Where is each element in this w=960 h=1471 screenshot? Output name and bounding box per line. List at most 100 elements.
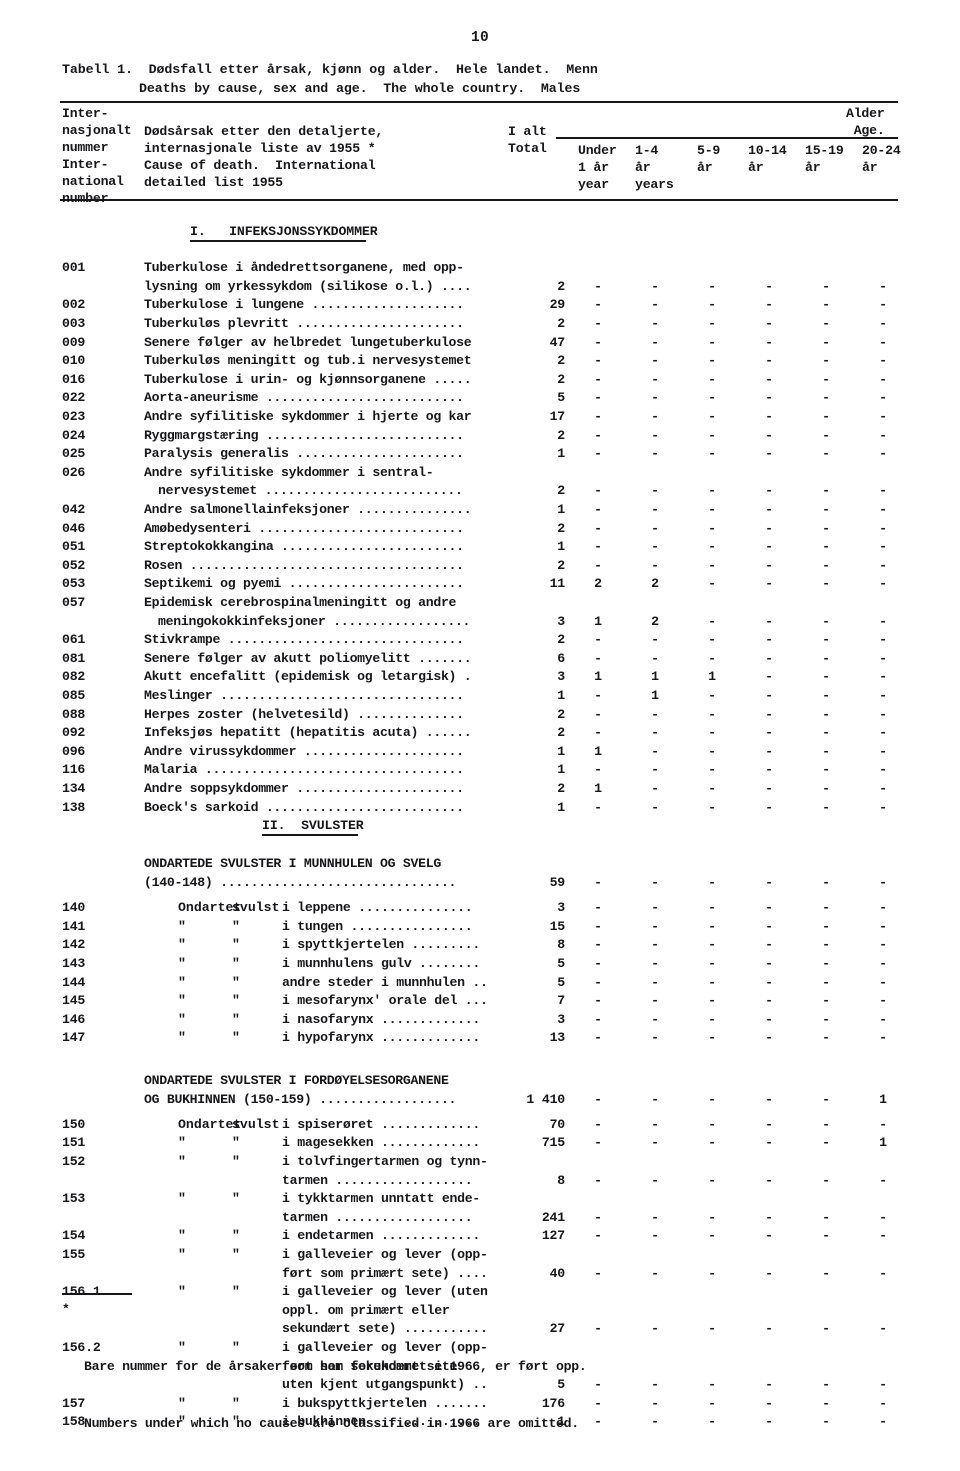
value-10-14-years: -	[765, 1414, 773, 1430]
value-15-19-years: -	[822, 743, 830, 759]
row-label: i leppene ...............	[282, 900, 473, 916]
value-under-1-year: -	[594, 1228, 602, 1244]
value-under-1-year: -	[594, 371, 602, 387]
value-10-14-years: -	[765, 875, 773, 890]
value-15-19-years: -	[822, 1030, 830, 1046]
value-5-9-years: -	[708, 688, 716, 704]
group-total-row: OG BUKHINNEN (150-159) .................…	[0, 1092, 960, 1111]
value-10-14-years: -	[765, 278, 773, 294]
value-under-1-year: -	[594, 955, 602, 971]
value-total: 5	[557, 390, 565, 406]
value-15-19-years: -	[822, 1135, 830, 1151]
row-ditto-2: "	[232, 993, 240, 1009]
value-total: 715	[541, 1135, 565, 1151]
row-code: 085	[62, 688, 86, 704]
value-15-19-years: -	[822, 993, 830, 1009]
column-header-age: Alder Age.	[846, 106, 885, 138]
value-5-9-years: -	[708, 409, 716, 425]
value-10-14-years: -	[765, 1321, 773, 1337]
row-code: 138	[62, 799, 86, 815]
value-20-24-years: -	[879, 937, 887, 953]
value-10-14-years: -	[765, 918, 773, 934]
value-20-24-years: -	[879, 1228, 887, 1244]
row-code: 145	[62, 993, 86, 1009]
row-code: 016	[62, 371, 86, 387]
row-label: meningokokkinfeksjoner .................…	[158, 613, 471, 629]
value-total: 59	[549, 875, 566, 890]
row-code: 042	[62, 502, 86, 518]
value-5-9-years: -	[708, 993, 716, 1009]
value-15-19-years: -	[822, 1414, 830, 1430]
row-ditto-2: "	[232, 918, 240, 934]
value-15-19-years: -	[822, 875, 830, 890]
row-label: i hypofarynx .............	[282, 1030, 480, 1046]
value-total: 47	[549, 334, 566, 350]
table-row: 016 Tuberkulose i urin- og kjønnsorganene…	[0, 372, 960, 391]
value-5-9-years: -	[708, 955, 716, 971]
row-label: Meslinger ..............................…	[144, 688, 464, 704]
value-10-14-years: -	[765, 650, 773, 666]
value-10-14-years: -	[765, 1395, 773, 1411]
table-row: 053 Septikemi og pyemi ..................…	[0, 576, 960, 595]
value-15-19-years: -	[822, 557, 830, 573]
value-20-24-years: -	[879, 1116, 887, 1132]
value-10-14-years: -	[765, 632, 773, 648]
value-1-4-years: -	[651, 974, 659, 990]
value-under-1-year: 1	[594, 781, 602, 797]
row-label: Boeck's sarkoid ........................…	[144, 799, 464, 815]
value-5-9-years: -	[708, 1377, 716, 1393]
value-15-19-years: -	[822, 427, 830, 443]
value-total: 2	[557, 781, 565, 797]
group-total-row: (140-148) ..............................…	[0, 875, 960, 894]
value-15-19-years: -	[822, 1011, 830, 1027]
value-20-24-years: -	[879, 446, 887, 462]
value-under-1-year: -	[594, 316, 602, 332]
table-row: 009 Senere følger av helbredet lungetuber…	[0, 335, 960, 354]
value-10-14-years: -	[765, 974, 773, 990]
value-10-14-years: -	[765, 390, 773, 406]
row-label: i nasofarynx .............	[282, 1011, 480, 1027]
value-15-19-years: -	[822, 900, 830, 916]
row-ditto-2: "	[232, 1191, 240, 1207]
value-15-19-years: -	[822, 974, 830, 990]
value-20-24-years: -	[879, 974, 887, 990]
row-label: Infeksjøs hepatitt (hepatitis acuta) ...…	[144, 725, 472, 741]
age-column-header-5: 15-19 år	[805, 143, 844, 175]
value-under-1-year: -	[594, 557, 602, 573]
value-total: 2	[557, 706, 565, 722]
value-1-4-years: -	[651, 799, 659, 815]
row-code: 092	[62, 725, 86, 741]
value-under-1-year: -	[594, 1265, 602, 1281]
table-row: 022 Aorta-aneurisme .....................…	[0, 390, 960, 409]
value-15-19-years: -	[822, 278, 830, 294]
table-row: 081 Senere følger av akutt poliomyelitt .…	[0, 651, 960, 670]
footnote-rule	[62, 1293, 132, 1296]
value-total: 1	[557, 688, 565, 704]
value-total: 1	[557, 799, 565, 815]
value-20-24-years: -	[879, 993, 887, 1009]
value-under-1-year: -	[594, 688, 602, 704]
value-total: 1	[557, 502, 565, 518]
value-under-1-year: 2	[594, 576, 602, 592]
table-row: 151 " " i magesekken ............. 715 - - - - - 1	[0, 1135, 960, 1154]
value-20-24-years: -	[879, 1377, 887, 1393]
document-page: 10 Tabell 1. Dødsfall etter årsak, kjønn…	[0, 0, 960, 1431]
row-ditto-2: "	[232, 1154, 240, 1169]
value-10-14-years: -	[765, 557, 773, 573]
row-label: Streptokokkangina ......................…	[144, 539, 464, 555]
value-5-9-years: -	[708, 278, 716, 294]
value-10-14-years: -	[765, 781, 773, 797]
value-20-24-years: -	[879, 557, 887, 573]
value-10-14-years: -	[765, 576, 773, 592]
value-1-4-years: -	[651, 409, 659, 425]
value-under-1-year: -	[594, 502, 602, 518]
value-10-14-years: -	[765, 1172, 773, 1188]
value-1-4-years: -	[651, 993, 659, 1009]
row-code: 022	[62, 390, 86, 406]
value-total: 15	[549, 918, 566, 934]
value-1-4-years: -	[651, 316, 659, 332]
row-code: 052	[62, 557, 86, 573]
section-heading-underline-1	[190, 240, 367, 242]
row-code: 026	[62, 464, 86, 480]
value-under-1-year: -	[594, 1091, 602, 1107]
